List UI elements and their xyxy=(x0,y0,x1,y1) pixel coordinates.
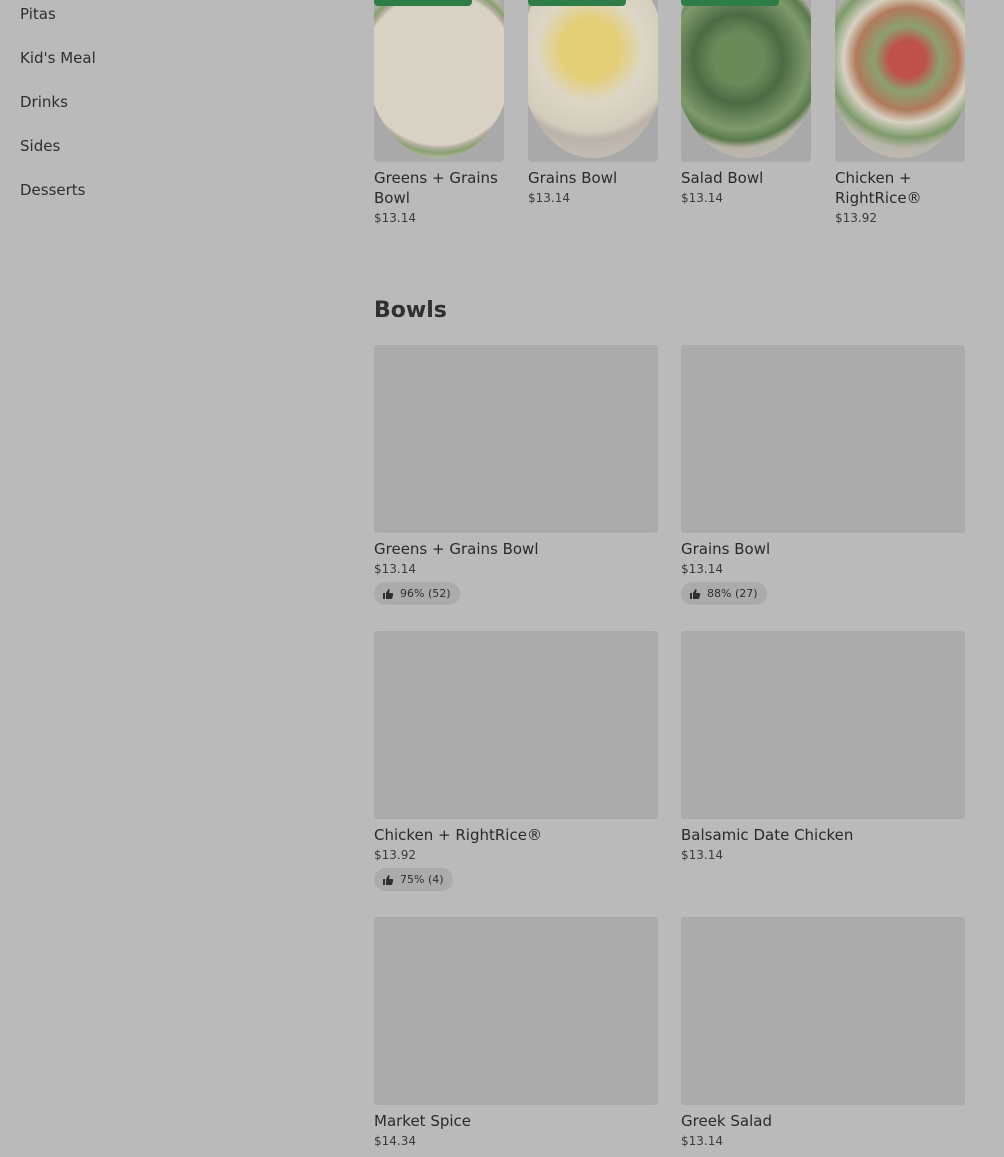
featured-carousel: Greens + Grains Bowl $13.14 Grains Bowl … xyxy=(374,0,974,240)
item-price: $13.14 xyxy=(681,191,723,205)
rating-badge: 75% (4) xyxy=(374,868,453,891)
sidebar-item-pitas[interactable]: Pitas xyxy=(20,5,56,23)
item-image-placeholder xyxy=(374,631,658,819)
section-title-bowls: Bowls xyxy=(374,298,447,323)
menu-item-card[interactable]: Greens + Grains Bowl $13.14 96% (52) xyxy=(374,345,658,605)
sidebar-item-kids-meal[interactable]: Kid's Meal xyxy=(20,49,96,67)
featured-badge xyxy=(374,0,472,6)
thumbs-up-icon xyxy=(690,588,701,599)
item-price: $13.14 xyxy=(681,562,723,576)
item-image xyxy=(681,0,811,162)
item-name: Chicken + RightRice® xyxy=(835,169,922,207)
featured-badge xyxy=(528,0,626,6)
item-name: Market Spice xyxy=(374,1112,472,1130)
thumbs-up-icon xyxy=(383,874,394,885)
menu-item-card[interactable]: Grains Bowl $13.14 88% (27) xyxy=(681,345,965,605)
menu-item-card[interactable]: Market Spice $14.34 xyxy=(374,917,658,1148)
menu-item-card[interactable]: Balsamic Date Chicken $13.14 xyxy=(681,631,965,862)
item-name: Greens + Grains Bowl xyxy=(374,540,539,558)
item-image xyxy=(835,0,965,162)
item-image-placeholder xyxy=(681,631,965,819)
sidebar-item-drinks[interactable]: Drinks xyxy=(20,93,68,111)
item-name: Balsamic Date Chicken xyxy=(681,826,854,844)
rating-text: 88% (27) xyxy=(707,587,758,600)
item-price: $13.14 xyxy=(681,848,723,862)
item-image-placeholder xyxy=(374,345,658,533)
item-price: $13.92 xyxy=(835,211,877,225)
featured-item-card[interactable]: Chicken + RightRice® $13.92 xyxy=(835,0,965,225)
item-image xyxy=(374,0,504,162)
rating-badge: 88% (27) xyxy=(681,582,767,605)
rating-text: 96% (52) xyxy=(400,587,451,600)
sidebar-item-sides[interactable]: Sides xyxy=(20,137,60,155)
item-price: $13.14 xyxy=(374,211,416,225)
item-price: $13.92 xyxy=(374,848,416,862)
item-name: Chicken + RightRice® xyxy=(374,826,542,844)
item-name: Grains Bowl xyxy=(681,540,771,558)
featured-item-card[interactable]: Grains Bowl $13.14 xyxy=(528,0,658,205)
featured-badge xyxy=(681,0,779,6)
rating-badge: 96% (52) xyxy=(374,582,460,605)
thumbs-up-icon xyxy=(383,588,394,599)
rating-text: 75% (4) xyxy=(400,873,444,886)
item-name: Greek Salad xyxy=(681,1112,772,1130)
menu-item-card[interactable]: Greek Salad $13.14 xyxy=(681,917,965,1148)
item-price: $13.14 xyxy=(681,1134,723,1148)
featured-item-card[interactable]: Salad Bowl $13.14 xyxy=(681,0,811,205)
item-price: $14.34 xyxy=(374,1134,416,1148)
item-name: Grains Bowl xyxy=(528,169,618,187)
item-name: Salad Bowl xyxy=(681,169,764,187)
item-image-placeholder xyxy=(681,917,965,1105)
featured-item-card[interactable]: Greens + Grains Bowl $13.14 xyxy=(374,0,504,225)
sidebar-item-desserts[interactable]: Desserts xyxy=(20,181,86,199)
item-name: Greens + Grains Bowl xyxy=(374,169,498,207)
item-price: $13.14 xyxy=(374,562,416,576)
item-image-placeholder xyxy=(681,345,965,533)
item-price: $13.14 xyxy=(528,191,570,205)
item-image xyxy=(528,0,658,162)
item-image-placeholder xyxy=(374,917,658,1105)
menu-item-card[interactable]: Chicken + RightRice® $13.92 75% (4) xyxy=(374,631,658,891)
